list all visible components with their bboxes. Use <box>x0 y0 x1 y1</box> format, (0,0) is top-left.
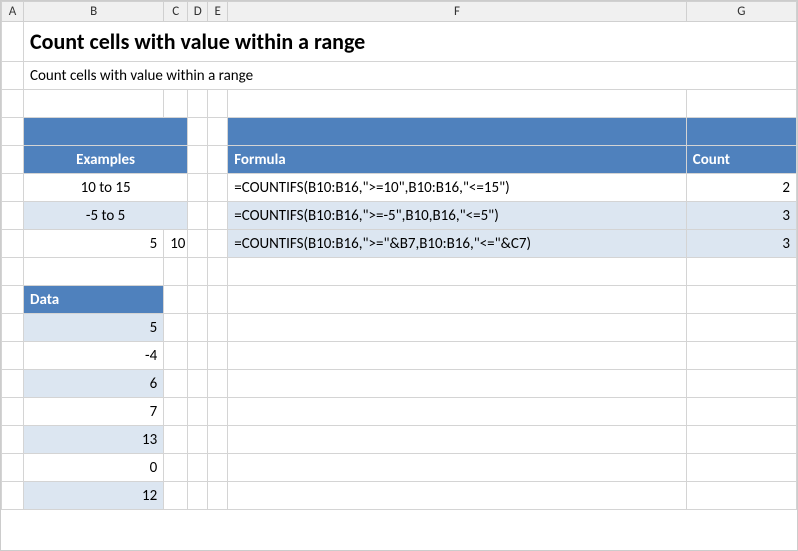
col-header-E[interactable]: E <box>208 2 228 22</box>
row-example-1[interactable]: 10 to 15 =COUNTIFS(B10:B16,">=10",B10:B1… <box>2 174 797 202</box>
cell-data-2[interactable]: -4 <box>24 342 164 370</box>
row-title[interactable]: Count cells with value within a range <box>2 22 797 62</box>
col-header-F[interactable]: F <box>228 2 687 22</box>
cell-data-7[interactable]: 12 <box>24 482 164 510</box>
cell-example-3b[interactable]: 5 <box>24 230 164 258</box>
row-example-2[interactable]: -5 to 5 =COUNTIFS(B10:B16,">=-5",B10,B16… <box>2 202 797 230</box>
col-header-B[interactable]: B <box>24 2 164 22</box>
row-data-4[interactable]: 7 <box>2 398 797 426</box>
row-header-top[interactable] <box>2 118 797 146</box>
col-header-A[interactable]: A <box>2 2 24 22</box>
cell-formula-2[interactable]: =COUNTIFS(B10:B16,">=-5",B10,B16,"<=5") <box>228 202 687 230</box>
header-count-top <box>686 118 796 146</box>
row-data-2[interactable]: -4 <box>2 342 797 370</box>
cell-data-1[interactable]: 5 <box>24 314 164 342</box>
row-header-labels[interactable]: Examples Formula Count <box>2 146 797 174</box>
cell-data-3[interactable]: 6 <box>24 370 164 398</box>
col-header-C[interactable]: C <box>164 2 188 22</box>
row-data-3[interactable]: 6 <box>2 370 797 398</box>
col-header-G[interactable]: G <box>686 2 796 22</box>
header-formula-top <box>228 118 687 146</box>
cell-example-1[interactable]: 10 to 15 <box>24 174 188 202</box>
cell-example-3c[interactable]: 10 <box>164 230 188 258</box>
column-header-row[interactable]: A B C D E F G <box>2 2 797 22</box>
col-header-D[interactable]: D <box>188 2 208 22</box>
row-data-1[interactable]: 5 <box>2 314 797 342</box>
row-empty-2[interactable] <box>2 258 797 286</box>
cell-data-6[interactable]: 0 <box>24 454 164 482</box>
cell-example-2[interactable]: -5 to 5 <box>24 202 188 230</box>
header-examples: Examples <box>24 146 188 174</box>
cell-formula-1[interactable]: =COUNTIFS(B10:B16,">=10",B10:B16,"<=15") <box>228 174 687 202</box>
header-data: Data <box>24 286 164 314</box>
row-data-7[interactable]: 12 <box>2 482 797 510</box>
row-data-header[interactable]: Data <box>2 286 797 314</box>
grid[interactable]: A B C D E F G Count cells with value wit… <box>1 1 797 510</box>
spreadsheet-view: A B C D E F G Count cells with value wit… <box>0 0 798 551</box>
header-count: Count <box>686 146 796 174</box>
cell-A1[interactable] <box>2 22 24 62</box>
header-examples-top <box>24 118 188 146</box>
row-data-5[interactable]: 13 <box>2 426 797 454</box>
cell-formula-3[interactable]: =COUNTIFS(B10:B16,">="&B7,B10:B16,"<="&C… <box>228 230 687 258</box>
cell-data-4[interactable]: 7 <box>24 398 164 426</box>
cell-A2[interactable] <box>2 62 24 90</box>
cell-count-1[interactable]: 2 <box>686 174 796 202</box>
cell-count-2[interactable]: 3 <box>686 202 796 230</box>
cell-data-5[interactable]: 13 <box>24 426 164 454</box>
page-subtitle[interactable]: Count cells with value within a range <box>24 62 797 90</box>
cell-count-3[interactable]: 3 <box>686 230 796 258</box>
header-formula: Formula <box>228 146 687 174</box>
page-title[interactable]: Count cells with value within a range <box>24 22 797 62</box>
row-data-6[interactable]: 0 <box>2 454 797 482</box>
row-example-3[interactable]: 5 10 =COUNTIFS(B10:B16,">="&B7,B10:B16,"… <box>2 230 797 258</box>
row-empty-1[interactable] <box>2 90 797 118</box>
row-subtitle[interactable]: Count cells with value within a range <box>2 62 797 90</box>
